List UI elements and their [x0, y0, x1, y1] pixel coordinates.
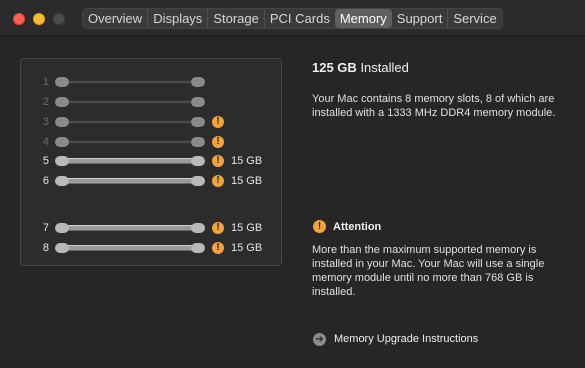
slot-warning-icon: !: [212, 175, 224, 187]
slot-number: 7: [42, 222, 49, 234]
slot-size: 15 GB: [231, 155, 263, 167]
slot-warning-icon: !: [212, 222, 224, 234]
slot-number: 5: [42, 155, 49, 167]
slot-size: 15 GB: [231, 175, 263, 187]
slot-warning-icon: !: [212, 155, 224, 167]
minimize-window-button[interactable]: [33, 13, 45, 25]
memory-slots-panel: 1 2 3! 4! 5! 15 GB 6! 15 GB 7! 15 GB 8! 15 GB: [20, 58, 282, 266]
memory-slot-7: 7! 15 GB: [21, 221, 283, 235]
tab-storage[interactable]: Storage: [207, 9, 264, 28]
memory-module-icon: [55, 223, 205, 233]
memory-slot-5: 5! 15 GB: [21, 154, 283, 168]
slot-number: 3: [42, 116, 49, 128]
slot-number: 4: [42, 136, 49, 148]
close-window-button[interactable]: [13, 13, 25, 25]
tab-bar: Overview Displays Storage PCI Cards Memo…: [82, 8, 503, 29]
slot-number: 8: [42, 242, 49, 254]
empty-slot-icon: [55, 97, 205, 107]
memory-upgrade-link[interactable]: ➔ Memory Upgrade Instructions: [313, 331, 478, 347]
memory-slot-8: 8! 15 GB: [21, 241, 283, 255]
empty-slot-icon: [55, 117, 205, 127]
memory-slot-2: 2: [21, 95, 283, 109]
memory-module-icon: [55, 156, 205, 166]
memory-slot-1: 1: [21, 75, 283, 89]
slot-number: 6: [42, 175, 49, 187]
tab-overview[interactable]: Overview: [83, 9, 147, 28]
slot-warning-icon: !: [212, 136, 224, 148]
memory-slot-3: 3!: [21, 115, 283, 129]
installed-memory-heading: 125 GB Installed: [312, 60, 409, 75]
slot-warning-icon: !: [212, 242, 224, 254]
empty-slot-icon: [55, 137, 205, 147]
memory-upgrade-label: Memory Upgrade Instructions: [334, 333, 479, 345]
tab-service[interactable]: Service: [447, 9, 501, 28]
slot-warning-icon: !: [212, 116, 224, 128]
slot-size: 15 GB: [231, 242, 263, 254]
zoom-window-button[interactable]: [53, 13, 65, 25]
installed-amount: 125 GB: [312, 60, 357, 75]
memory-slot-4: 4!: [21, 135, 283, 149]
slot-number: 2: [42, 96, 49, 108]
title-bar: Overview Displays Storage PCI Cards Memo…: [0, 0, 585, 36]
slot-number: 1: [42, 76, 49, 88]
empty-slot-icon: [55, 77, 205, 87]
tab-support[interactable]: Support: [392, 9, 448, 28]
memory-description: Your Mac contains 8 memory slots, 8 of w…: [312, 93, 556, 119]
installed-label: Installed: [360, 60, 409, 75]
memory-module-icon: [55, 176, 205, 186]
attention-title: Attention: [333, 221, 382, 233]
memory-module-icon: [55, 243, 205, 253]
slot-size: 15 GB: [231, 222, 263, 234]
memory-slot-6: 6! 15 GB: [21, 174, 283, 188]
attention-text: More than the maximum supported memory i…: [312, 244, 545, 298]
arrow-right-circle-icon: ➔: [313, 332, 326, 346]
tab-memory[interactable]: Memory: [334, 9, 392, 28]
tab-pci-cards[interactable]: PCI Cards: [263, 9, 335, 28]
tab-displays[interactable]: Displays: [147, 9, 207, 28]
attention-warning-icon: !: [313, 220, 326, 233]
